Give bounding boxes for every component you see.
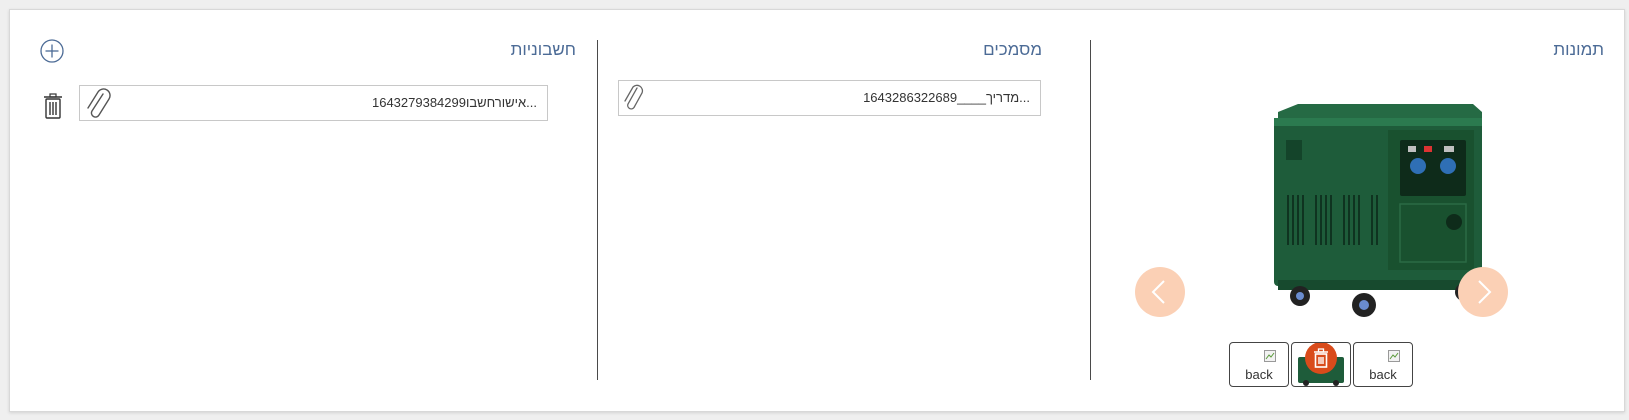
chevron-left-icon — [1151, 280, 1165, 304]
attachments-card: חשבוניות 1643279384299אישורחשבו... מסמכי… — [9, 9, 1625, 412]
section-divider-left — [597, 40, 598, 380]
document-file-field[interactable]: 1643286322689____מדריך... — [618, 80, 1041, 116]
invoice-file-name: 1643279384299אישורחשבו... — [371, 95, 537, 110]
next-image-button[interactable] — [1458, 267, 1508, 317]
images-title: תמונות — [1553, 40, 1604, 59]
prev-image-button[interactable] — [1135, 267, 1185, 317]
invoice-file-field[interactable]: 1643279384299אישורחשבו... — [79, 85, 548, 121]
paperclip-icon — [621, 83, 645, 118]
broken-image-icon — [1264, 349, 1276, 362]
thumbnail-label: back — [1369, 367, 1397, 382]
delete-image-button[interactable] — [1305, 343, 1337, 374]
chevron-right-icon — [1478, 280, 1492, 304]
trash-icon — [44, 93, 62, 119]
thumbnail-1[interactable]: back — [1229, 342, 1289, 387]
thumbnail-2[interactable] — [1291, 342, 1351, 387]
trash-icon — [1314, 348, 1328, 368]
document-file-name: 1643286322689____מדריך... — [863, 90, 1030, 105]
paperclip-icon — [84, 88, 112, 125]
section-divider-right — [1090, 40, 1091, 380]
documents-title: מסמכים — [983, 40, 1042, 59]
thumbnail-label: back — [1245, 367, 1273, 382]
plus-circle-icon — [40, 39, 64, 63]
add-invoice-button[interactable] — [39, 38, 65, 64]
broken-image-icon — [1388, 349, 1400, 362]
thumbnail-3[interactable]: back — [1353, 342, 1413, 387]
invoices-title: חשבוניות — [510, 40, 576, 59]
delete-invoice-button[interactable] — [42, 92, 64, 120]
